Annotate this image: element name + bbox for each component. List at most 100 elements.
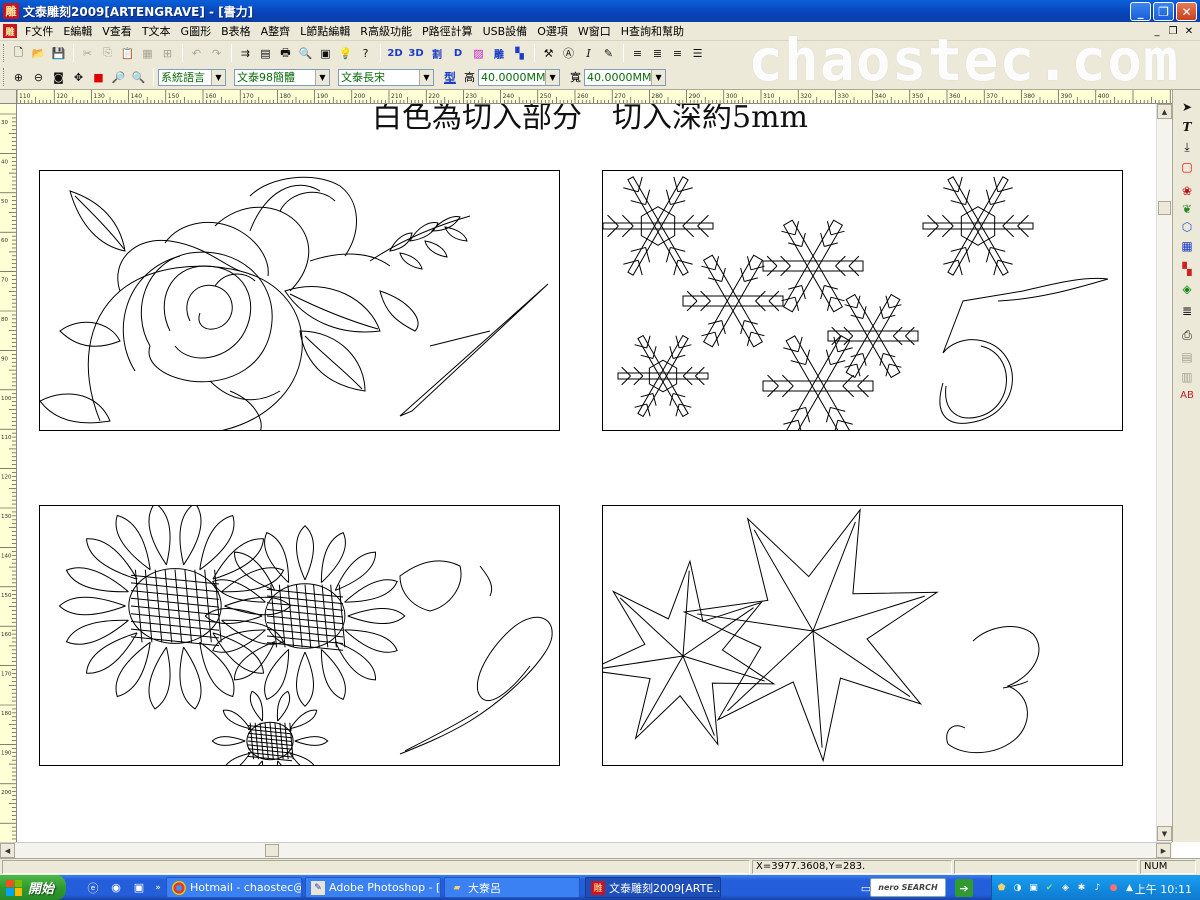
scroll-up-icon[interactable]: ▲ (1157, 104, 1172, 119)
menu-node-edit[interactable]: L節點編輯 (295, 23, 355, 39)
cut-icon[interactable]: ✂ (78, 44, 97, 63)
3d-view-button[interactable]: 3D (406, 44, 426, 63)
font-select-1[interactable]: 文泰98簡體 ▼ (234, 68, 330, 86)
menu-help[interactable]: H查詢和幫助 (616, 23, 689, 39)
chevron-down-icon[interactable]: ▼ (315, 69, 329, 85)
vertical-ruler[interactable]: 30 40 50 60 70 80 90 100 110 120 130 140 150 160 170 18… (0, 104, 17, 842)
menu-file[interactable]: F文件 (20, 23, 58, 39)
chevron-down-icon[interactable]: ▼ (211, 69, 225, 85)
disabled-tool-icon[interactable]: ▥ (1178, 368, 1196, 386)
clone-icon[interactable]: ▦ (138, 44, 157, 63)
shapes-icon[interactable]: ⬡ (1178, 218, 1196, 236)
2d-view-button[interactable]: 2D (385, 44, 405, 63)
task-hotmail[interactable]: Hotmail - chaostec@h... (166, 877, 302, 898)
task-folder[interactable]: ▰ 大寮呂 (444, 877, 580, 898)
design-panel-maple[interactable] (602, 505, 1123, 766)
color-palette-icon[interactable]: ▚ (1178, 260, 1196, 278)
minimize-button[interactable]: _ (1130, 2, 1151, 21)
design-panel-sunflower[interactable] (39, 505, 560, 766)
horizontal-ruler[interactable]: 110 120 130 140 150 160 170 180 190 200 210 220 230 2… (17, 90, 1174, 104)
edit-text-icon[interactable]: ✎ (599, 44, 618, 63)
copy-icon[interactable]: ⎘ (98, 44, 117, 63)
ruler-corner[interactable] (0, 90, 17, 104)
paste-icon[interactable]: 📋 (118, 44, 137, 63)
canvas-heading-text[interactable]: 白色為切入部分 切入深約5mm (372, 104, 808, 136)
height-input[interactable]: 40.0000MM ▼ (478, 68, 561, 86)
type-button[interactable]: 型 (444, 69, 456, 86)
zoom-page-icon[interactable]: 🔎 (109, 68, 128, 87)
print-preview-icon[interactable]: 🔍 (296, 44, 315, 63)
scroll-left-icon[interactable]: ◀ (0, 843, 15, 858)
menu-usb[interactable]: USB設備 (478, 23, 533, 39)
doc-minimize-button[interactable]: _ (1150, 24, 1164, 38)
color-grid-icon[interactable]: ▚ (510, 44, 529, 63)
redo-icon[interactable]: ↷ (207, 44, 226, 63)
task-artengrave[interactable]: 雕 文泰雕刻2009[ARTE... (585, 877, 721, 898)
zoom-all-icon[interactable]: 🔍 (129, 68, 148, 87)
new-file-icon[interactable]: 🗋 (9, 44, 28, 63)
print-icon[interactable]: 🖶 (276, 44, 295, 63)
vertical-scroll-thumb[interactable] (1158, 201, 1171, 215)
layout-icon[interactable]: ▣ (316, 44, 335, 63)
nero-search-box[interactable]: nero SEARCH (870, 878, 946, 897)
chevron-down-icon[interactable]: ▼ (419, 69, 433, 85)
tip-bulb-icon[interactable]: 💡 (336, 44, 355, 63)
tools-icon[interactable]: ⚒ (539, 44, 558, 63)
undo-icon[interactable]: ↶ (187, 44, 206, 63)
text-tool-icon[interactable]: T (1178, 118, 1196, 136)
fill-tool-icon[interactable]: ◈ (1178, 280, 1196, 298)
clock[interactable]: 上午 10:11 (1135, 881, 1192, 897)
menu-text[interactable]: T文本 (137, 23, 176, 39)
tray-shield-icon[interactable]: ⬟ (995, 881, 1008, 894)
cherries-icon[interactable]: ❦ (1178, 200, 1196, 218)
align-right-icon[interactable]: ≡ (668, 44, 687, 63)
chevron-down-icon[interactable]: ▼ (651, 69, 666, 85)
design-panel-rose[interactable] (39, 170, 560, 431)
close-button[interactable]: ✕ (1176, 2, 1197, 21)
width-input[interactable]: 40.0000MM ▼ (584, 68, 667, 86)
language-select[interactable]: 系統語言 ▼ (158, 68, 226, 86)
import-icon[interactable]: ⎙ (1178, 326, 1196, 344)
start-button[interactable]: 開始 (0, 875, 66, 900)
open-folder-icon[interactable]: 📂 (29, 44, 48, 63)
select-arrow-icon[interactable]: ➤ (1178, 98, 1196, 116)
doc-restore-button[interactable]: ❐ (1166, 24, 1180, 38)
vertical-text-icon[interactable]: ⤓ (1178, 138, 1196, 156)
document-icon[interactable]: 雕 (3, 24, 17, 38)
tray-volume-icon[interactable]: ♪ (1091, 881, 1104, 894)
paragraph-icon[interactable]: ≣ (1178, 302, 1196, 320)
tray-security-icon[interactable]: ✔ (1043, 881, 1056, 894)
menu-window[interactable]: W窗口 (573, 23, 616, 39)
maximize-button[interactable]: ❐ (1153, 2, 1174, 21)
output-icon[interactable]: ⇉ (236, 44, 255, 63)
media-icon[interactable]: ▣ (130, 879, 148, 897)
tray-app-icon[interactable]: ◈ (1059, 881, 1072, 894)
task-photoshop[interactable]: ✎ Adobe Photoshop - [la... (305, 877, 441, 898)
italic-icon[interactable]: I (579, 44, 598, 63)
hatch-icon[interactable]: ▨ (469, 44, 488, 63)
vertical-scrollbar[interactable]: ▲ ▼ (1156, 104, 1172, 842)
zoom-select-icon[interactable]: ◙ (49, 68, 68, 87)
toolbar-grip[interactable] (3, 68, 6, 86)
align-center-icon[interactable]: ≣ (648, 44, 667, 63)
zoom-out-icon[interactable]: ⊖ (29, 68, 48, 87)
help-icon[interactable]: ? (356, 44, 375, 63)
save-icon[interactable]: 💾 (49, 44, 68, 63)
show-more-icon[interactable]: » (153, 879, 163, 897)
font-select-2[interactable]: 文泰長宋 ▼ (338, 68, 434, 86)
doc-close-button[interactable]: ✕ (1182, 24, 1196, 38)
menu-advanced[interactable]: R高級功能 (355, 23, 417, 39)
text-frame-icon[interactable]: Ⓐ (559, 44, 578, 63)
tray-monitor-icon[interactable]: ▣ (1027, 881, 1040, 894)
toolbar-grip[interactable] (3, 44, 6, 62)
justify-icon[interactable]: ☰ (688, 44, 707, 63)
menu-path-calc[interactable]: P路徑計算 (417, 23, 478, 39)
chevron-down-icon[interactable]: ▼ (545, 69, 560, 85)
menu-table[interactable]: B表格 (216, 23, 256, 39)
menu-view[interactable]: V查看 (97, 23, 137, 39)
fill-color-icon[interactable]: ■ (89, 68, 108, 87)
menu-graphics[interactable]: G圖形 (176, 23, 217, 39)
engrave-mode-button[interactable]: 雕 (489, 44, 509, 63)
menu-align[interactable]: A整齊 (256, 23, 296, 39)
browser-icon[interactable]: ◉ (107, 879, 125, 897)
